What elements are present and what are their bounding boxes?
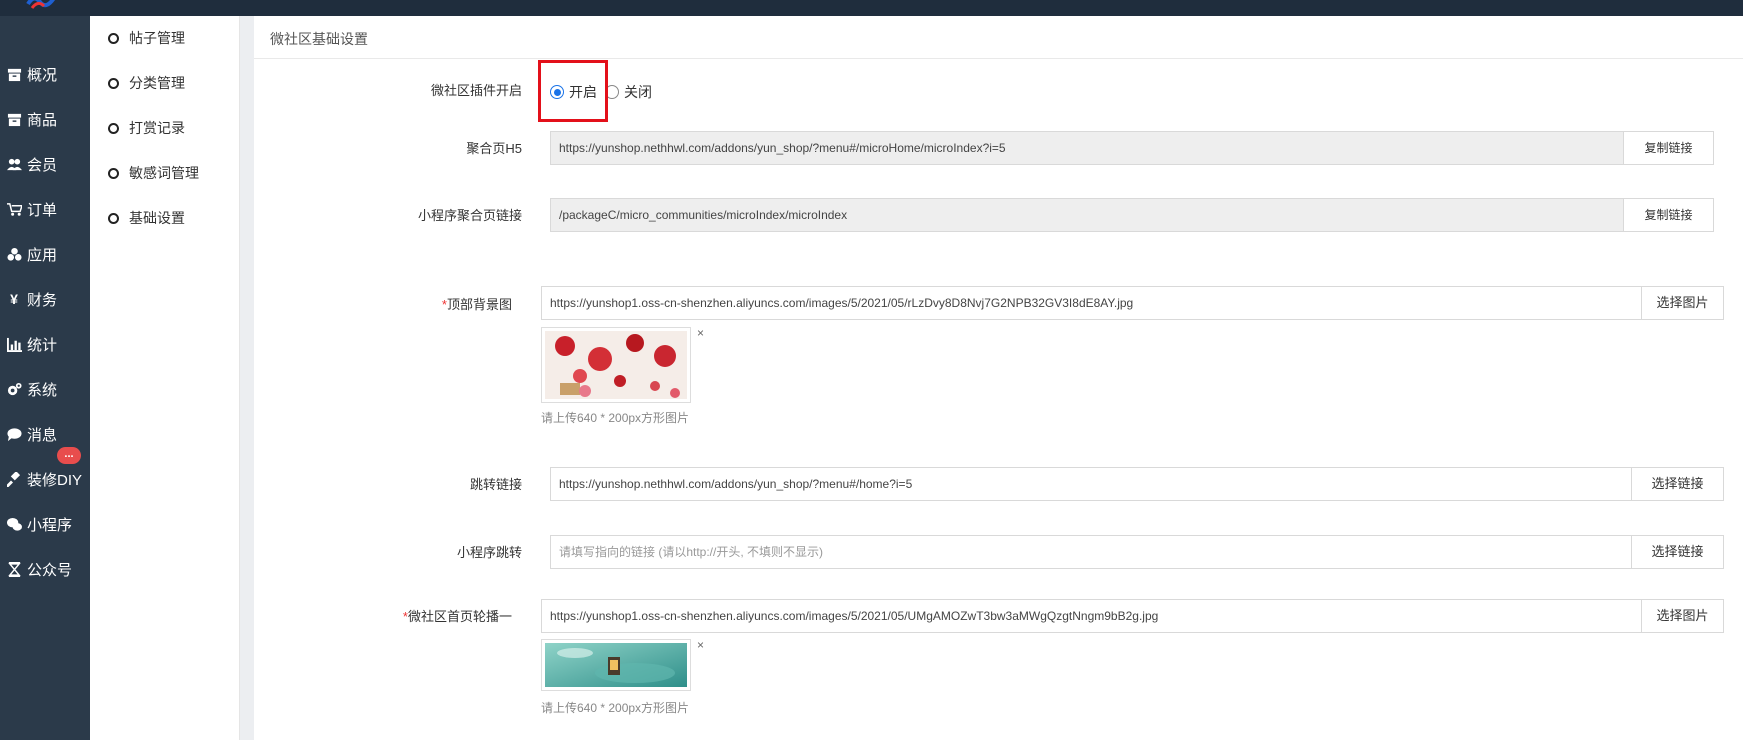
sidebar-item-label: 概况 xyxy=(27,66,58,84)
sidebar-item-official-account[interactable]: 公众号 xyxy=(0,549,90,589)
subnav-item-sensitive-words[interactable]: 敏感词管理 xyxy=(108,162,199,184)
sidebar-item-system[interactable]: 系统 xyxy=(0,369,90,409)
mini-jump-field: 请填写指向的链接 (请以http://开头, 不填则不显示) 选择链接 xyxy=(550,535,1724,569)
subnav-item-rewards[interactable]: 打赏记录 xyxy=(108,117,185,139)
sidebar-item-overview[interactable]: 概况 xyxy=(0,54,90,94)
logo-icon xyxy=(26,0,56,9)
carousel-1-thumbnail xyxy=(541,639,691,691)
sidebar-item-label: 统计 xyxy=(27,336,58,354)
cubes-icon xyxy=(6,246,22,262)
subnav-item-categories[interactable]: 分类管理 xyxy=(108,72,185,94)
carousel-1-field: https://yunshop1.oss-cn-shenzhen.aliyunc… xyxy=(541,599,1724,633)
sidebar-item-label: 系统 xyxy=(27,381,58,399)
sidebar-item-members[interactable]: 会员 xyxy=(0,144,90,184)
sidebar-item-mini-program[interactable]: 小程序 xyxy=(0,504,90,544)
top-bg-label: *顶部背景图 xyxy=(441,297,512,312)
gavel-icon xyxy=(6,471,22,487)
mini-link-label: 小程序聚合页链接 xyxy=(417,208,522,223)
carousel-1-hint: 请上传640 * 200px方形图片 xyxy=(541,701,690,715)
circle-icon xyxy=(108,77,119,89)
sidebar-item-orders[interactable]: 订单 xyxy=(0,189,90,229)
plugin-switch-label: 微社区插件开启 xyxy=(430,83,522,98)
h5-link-label: 聚合页H5 xyxy=(466,141,522,156)
choose-carousel-1-button[interactable]: 选择图片 xyxy=(1641,600,1723,632)
highlight-box xyxy=(538,60,608,122)
copy-mini-link-button[interactable]: 复制链接 xyxy=(1623,199,1713,231)
sidebar-item-label: 订单 xyxy=(27,201,58,219)
sidebar-item-label: 财务 xyxy=(27,291,58,309)
circle-icon xyxy=(108,167,119,179)
message-badge: ... xyxy=(57,447,81,464)
carousel-1-input[interactable]: https://yunshop1.oss-cn-shenzhen.aliyunc… xyxy=(542,600,1641,632)
choose-top-bg-button[interactable]: 选择图片 xyxy=(1641,287,1723,319)
remove-carousel-1-button[interactable]: × xyxy=(697,638,704,652)
sidebar-item-label: 应用 xyxy=(27,246,58,264)
sidebar-item-decoration-diy[interactable]: 装修DIY xyxy=(0,459,90,499)
yen-icon: ¥ xyxy=(10,291,18,307)
sidebar-item-label: 装修DIY xyxy=(27,471,83,489)
subnav-item-posts[interactable]: 帖子管理 xyxy=(108,27,185,49)
divider xyxy=(254,58,1743,59)
settings-panel: 微社区基础设置 微社区插件开启 开启 关闭 聚合页H5 https://yuns… xyxy=(254,16,1743,740)
circle-icon xyxy=(108,122,119,134)
gears-icon xyxy=(6,381,22,397)
sub-navigation: 帖子管理 分类管理 打赏记录 敏感词管理 基础设置 xyxy=(90,16,240,740)
top-bg-input[interactable]: https://yunshop1.oss-cn-shenzhen.aliyunc… xyxy=(542,287,1641,319)
sidebar-item-label: 公众号 xyxy=(27,561,73,579)
sidebar-item-statistics[interactable]: 统计 xyxy=(0,324,90,364)
carousel-1-image xyxy=(545,643,687,687)
top-bg-hint: 请上传640 * 200px方形图片 xyxy=(541,411,690,425)
jump-link-field: https://yunshop.nethhwl.com/addons/yun_s… xyxy=(550,467,1724,501)
content-gutter xyxy=(240,16,254,740)
archive-icon xyxy=(6,111,22,127)
bar-chart-icon xyxy=(6,336,22,352)
jump-link-input[interactable]: https://yunshop.nethhwl.com/addons/yun_s… xyxy=(551,468,1631,500)
carousel-1-label: *微社区首页轮播一 xyxy=(402,609,512,624)
top-bg-image xyxy=(545,331,687,399)
mini-link-input[interactable]: /packageC/micro_communities/microIndex/m… xyxy=(551,199,1623,231)
subnav-item-basic-settings[interactable]: 基础设置 xyxy=(108,207,185,229)
mini-jump-label: 小程序跳转 xyxy=(456,545,522,560)
sidebar-item-label: 会员 xyxy=(27,156,58,174)
jump-link-label: 跳转链接 xyxy=(469,477,522,492)
hourglass-icon xyxy=(6,561,22,577)
h5-link-input[interactable]: https://yunshop.nethhwl.com/addons/yun_s… xyxy=(551,132,1623,164)
sidebar-item-apps[interactable]: 应用 xyxy=(0,234,90,274)
top-bg-thumbnail xyxy=(541,327,691,403)
archive-icon xyxy=(6,66,22,82)
main-sidebar: 概况 商品 会员 订单 应用 ¥ 财务 统计 系统 消息 装修DIY 小程序 公… xyxy=(0,16,90,740)
comment-icon xyxy=(6,426,22,442)
sidebar-item-label: 消息 xyxy=(27,426,58,444)
top-bg-field: https://yunshop1.oss-cn-shenzhen.aliyunc… xyxy=(541,286,1724,320)
mini-link-field: /packageC/micro_communities/microIndex/m… xyxy=(550,198,1714,232)
cart-icon xyxy=(6,201,22,217)
h5-link-field: https://yunshop.nethhwl.com/addons/yun_s… xyxy=(550,131,1714,165)
choose-mini-jump-button[interactable]: 选择链接 xyxy=(1631,536,1723,568)
users-icon xyxy=(6,156,22,172)
circle-icon xyxy=(108,212,119,224)
radio-off-label[interactable]: 关闭 xyxy=(624,82,652,102)
sidebar-item-label: 商品 xyxy=(27,111,58,129)
mini-jump-input[interactable]: 请填写指向的链接 (请以http://开头, 不填则不显示) xyxy=(551,536,1631,568)
wechat-icon xyxy=(6,516,22,532)
sidebar-item-finance[interactable]: ¥ 财务 xyxy=(0,279,90,319)
page-title: 微社区基础设置 xyxy=(270,31,368,47)
choose-jump-link-button[interactable]: 选择链接 xyxy=(1631,468,1723,500)
sidebar-item-goods[interactable]: 商品 xyxy=(0,99,90,139)
top-bar xyxy=(0,0,1743,16)
circle-icon xyxy=(108,32,119,44)
copy-h5-link-button[interactable]: 复制链接 xyxy=(1623,132,1713,164)
sidebar-item-label: 小程序 xyxy=(27,516,73,534)
remove-top-bg-button[interactable]: × xyxy=(697,326,704,340)
